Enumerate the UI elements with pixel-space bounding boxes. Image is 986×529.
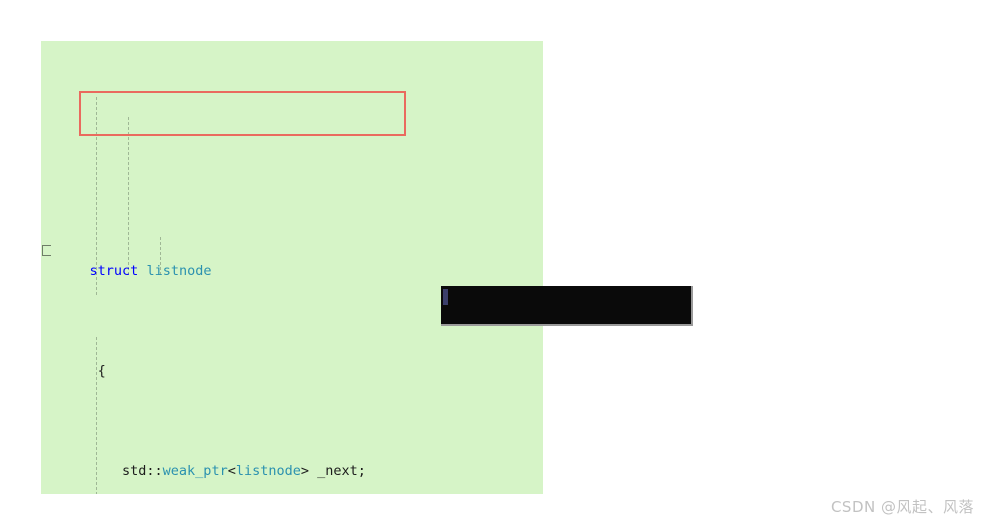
- token-scope: std::: [122, 463, 163, 479]
- watermark-text: CSDN @风起、风落: [830, 498, 974, 516]
- code-line-2: {: [41, 341, 543, 379]
- token-type: weak_ptr: [162, 463, 228, 479]
- token-keyword: struct: [89, 263, 139, 279]
- console-output-window[interactable]: ~listnode() ~listnode(): [441, 286, 693, 326]
- console-cursor: [443, 289, 448, 305]
- token-member: _next;: [317, 463, 366, 479]
- code-editor-panel[interactable]: struct listnode { std::weak_ptr<listnode…: [41, 41, 543, 494]
- code-line-3: std::weak_ptr<listnode> _next;: [41, 441, 543, 479]
- token-angle-close: >: [300, 463, 318, 479]
- code-line-1: struct listnode: [41, 241, 543, 279]
- token-brace: {: [89, 363, 106, 379]
- token-type: listnode: [235, 463, 301, 479]
- token-type: listnode: [146, 263, 212, 279]
- token-angle-open: <: [227, 463, 236, 479]
- fold-marker-icon[interactable]: [42, 245, 51, 256]
